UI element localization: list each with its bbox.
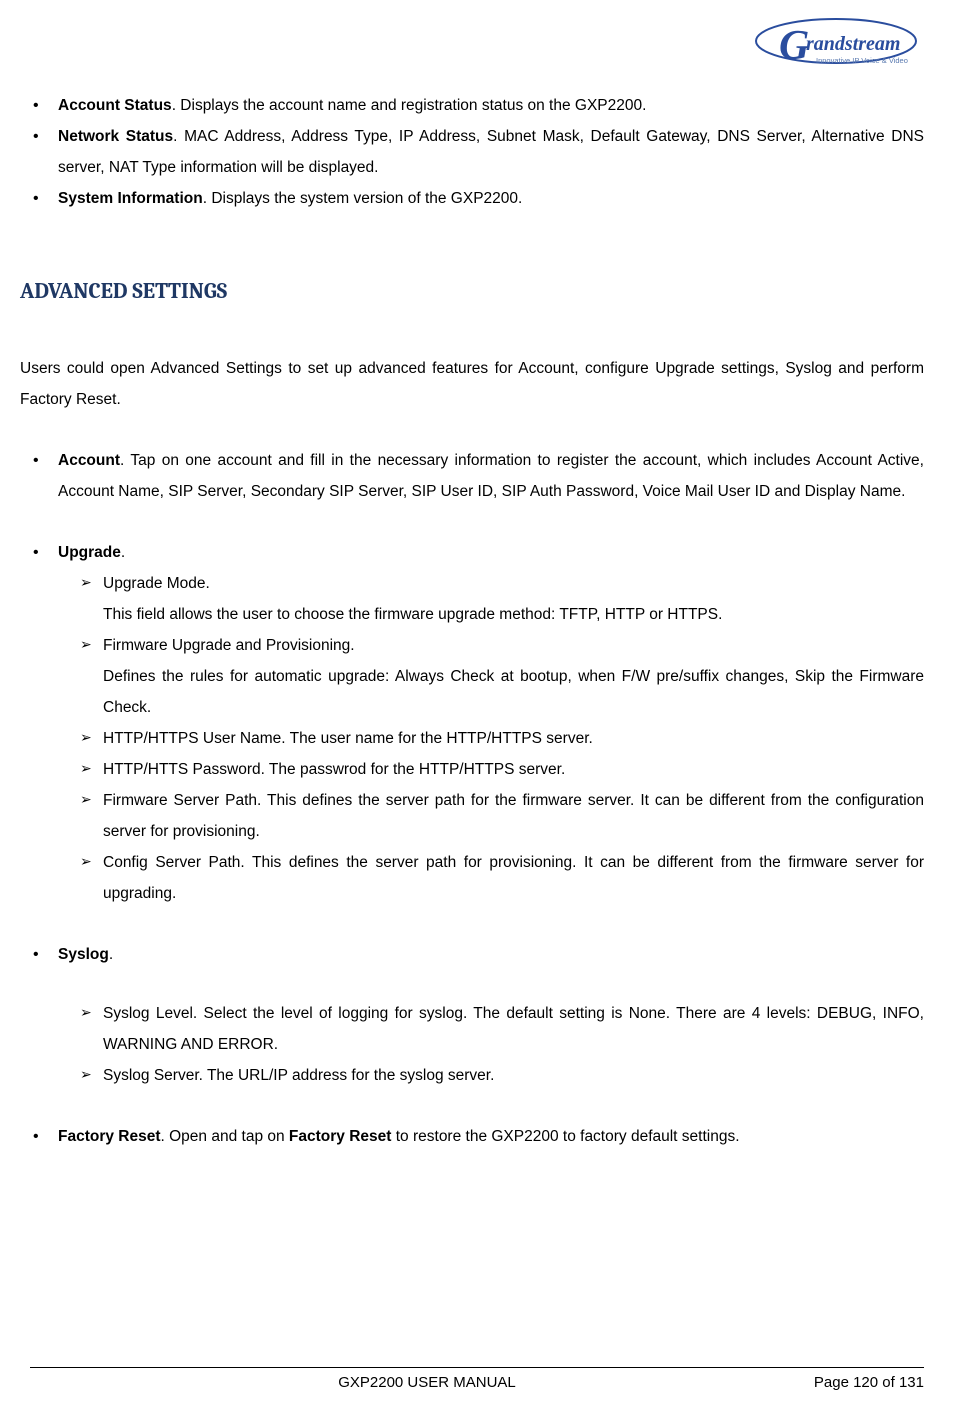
item-bold: Factory Reset [289,1128,392,1145]
footer-title: GXP2200 USER MANUAL [30,1374,724,1391]
status-list: Account Status. Displays the account nam… [20,90,924,214]
sub-title: HTTP/HTTPS User Name. The user name for … [103,730,593,747]
item-text: . MAC Address, Address Type, IP Address,… [58,128,924,176]
syslog-sublist: Syslog Level. Select the level of loggin… [58,998,924,1091]
list-item: System Information. Displays the system … [38,183,924,214]
sub-desc: This field allows the user to choose the… [103,606,722,623]
item-title: Syslog [58,946,109,963]
sub-item: HTTP/HTTPS User Name. The user name for … [80,723,924,754]
list-item: Network Status. MAC Address, Address Typ… [38,121,924,183]
item-text: to restore the GXP2200 to factory defaul… [391,1128,739,1145]
sub-title: Firmware Server Path. This defines the s… [103,792,924,840]
item-title: Factory Reset [58,1128,161,1145]
page-content: Account Status. Displays the account nam… [20,90,924,1152]
logo-brand: randstream [806,33,900,55]
list-item-syslog: Syslog. Syslog Level. Select the level o… [38,939,924,1091]
sub-item: Firmware Upgrade and Provisioning. Defin… [80,630,924,723]
logo-tagline: Innovative IP Voice & Video [816,56,908,65]
sub-title: Firmware Upgrade and Provisioning. [103,637,355,654]
item-text: . [121,544,125,561]
sub-item: Upgrade Mode. This field allows the user… [80,568,924,630]
sub-title: Upgrade Mode. [103,575,210,592]
upgrade-sublist: Upgrade Mode. This field allows the user… [58,568,924,909]
item-text: . Tap on one account and fill in the nec… [58,452,924,500]
item-text: . Displays the system version of the GXP… [203,190,523,207]
sub-item: Config Server Path. This defines the ser… [80,847,924,909]
sub-title: Syslog Server. The URL/IP address for th… [103,1067,494,1084]
sub-title: Syslog Level. Select the level of loggin… [103,1005,924,1053]
sub-title: Config Server Path. This defines the ser… [103,854,924,902]
item-title: Account Status [58,97,172,114]
item-text: . [109,946,113,963]
sub-desc: Defines the rules for automatic upgrade:… [103,668,924,716]
list-item-factory-reset: Factory Reset. Open and tap on Factory R… [38,1121,924,1152]
item-title: Account [58,452,120,469]
section-heading-advanced-settings: ADVANCED SETTINGS [20,269,924,313]
list-item-upgrade: Upgrade. Upgrade Mode. This field allows… [38,537,924,909]
sub-title: HTTP/HTTS Password. The passwrod for the… [103,761,565,778]
footer-page-number: Page 120 of 131 [724,1374,924,1391]
item-text: . Displays the account name and registra… [172,97,647,114]
settings-list: Account. Tap on one account and fill in … [20,445,924,1152]
sub-item: Syslog Server. The URL/IP address for th… [80,1060,924,1091]
sub-item: Syslog Level. Select the level of loggin… [80,998,924,1060]
page-footer: GXP2200 USER MANUAL Page 120 of 131 [30,1367,924,1391]
item-text: . Open and tap on [161,1128,289,1145]
list-item: Account Status. Displays the account nam… [38,90,924,121]
sub-item: HTTP/HTTS Password. The passwrod for the… [80,754,924,785]
sub-item: Firmware Server Path. This defines the s… [80,785,924,847]
item-title: Upgrade [58,544,121,561]
brand-logo: G randstream Innovative IP Voice & Video [754,15,919,70]
item-title: System Information [58,190,203,207]
intro-paragraph: Users could open Advanced Settings to se… [20,353,924,415]
logo-letter: G [779,23,809,69]
item-title: Network Status [58,128,173,145]
list-item-account: Account. Tap on one account and fill in … [38,445,924,507]
